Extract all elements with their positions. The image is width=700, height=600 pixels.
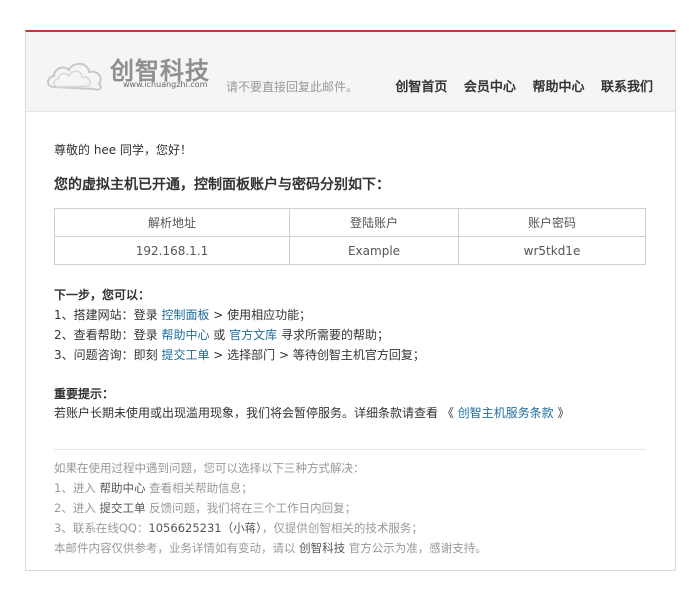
footer-l2-text: 2、进入: [54, 501, 100, 515]
step-3-text: 3、问题咨询：即刻: [54, 348, 162, 362]
submit-ticket-link[interactable]: 提交工单: [161, 348, 209, 362]
official-docs-link[interactable]: 官方文库: [229, 328, 277, 342]
footer-l4-text: 本邮件内容仅供参考，业务详情如有变动，请以: [54, 541, 300, 555]
step-1: 1、搭建网站：登录 控制面板 > 使用相应功能；: [54, 305, 647, 325]
help-center-link[interactable]: 帮助中心: [161, 328, 209, 342]
step-1-text: 1、搭建网站：登录: [54, 308, 162, 322]
col-account-password: 账户密码: [458, 208, 646, 237]
footer-l3-text: 3、联系在线QQ：: [54, 521, 149, 535]
footer-l4-suffix: 官方公示为准，感谢支持。: [345, 541, 487, 555]
control-panel-link[interactable]: 控制面板: [161, 308, 209, 322]
step-2: 2、查看帮助：登录 帮助中心 或 官方文库 寻求所需要的帮助；: [54, 325, 647, 345]
tips-text: 若账户长期未使用或出现滥用现象，我们将会暂停服务。详细条款请查看 《: [54, 406, 458, 420]
footer-line-1: 1、进入 帮助中心 查看相关帮助信息；: [54, 478, 647, 498]
footer-intro: 如果在使用过程中遇到问题，您可以选择以下三种方式解决：: [54, 461, 365, 475]
footer-qq-number: 1056625231（小蒋）: [148, 521, 262, 535]
divider: [54, 449, 646, 450]
step-3: 3、问题咨询：即刻 提交工单 > 选择部门 > 等待创智主机官方回复；: [54, 345, 647, 365]
important-notice: 重要提示： 若账户长期未使用或出现滥用现象，我们将会暂停服务。详细条款请查看 《…: [54, 385, 647, 423]
footer-line-2: 2、进入 提交工单 反馈问题，我们将在三个工作日内回复；: [54, 498, 647, 518]
footer-submit-ticket[interactable]: 提交工单: [99, 501, 145, 515]
important-notice-text: 若账户长期未使用或出现滥用现象，我们将会暂停服务。详细条款请查看 《 创智主机服…: [54, 404, 647, 423]
footer-brand: 创智科技: [299, 541, 346, 555]
brand-url: www.ichuangzhi.com: [123, 80, 208, 89]
step-1-suffix: > 使用相应功能；: [209, 308, 312, 322]
cell-password: wr5tkd1e: [458, 236, 646, 265]
email-header: 创智科技 www.ichuangzhi.com 请不要直接回复此邮件。 创智首页…: [26, 32, 675, 112]
email-body: 尊敬的 hee 同学，您好！ 您的虚拟主机已开通，控制面板账户与密码分别如下： …: [26, 112, 675, 558]
nav-help-center[interactable]: 帮助中心: [532, 80, 584, 95]
footer-line-3: 3、联系在线QQ：1056625231（小蒋），仅提供创智相关的技术服务；: [54, 518, 647, 538]
step-3-suffix: > 选择部门 > 等待创智主机官方回复；: [209, 348, 425, 362]
account-table: 解析地址 登陆账户 账户密码 192.168.1.1 Example wr5tk…: [54, 208, 646, 265]
table-header-row: 解析地址 登陆账户 账户密码: [54, 208, 646, 237]
footer-l3-suffix: ，仅提供创智相关的技术服务；: [261, 521, 423, 535]
tips-suffix: 》: [553, 406, 570, 420]
table-row: 192.168.1.1 Example wr5tkd1e: [54, 236, 646, 265]
footer-help-center[interactable]: 帮助中心: [99, 481, 145, 495]
nav-home[interactable]: 创智首页: [395, 80, 447, 95]
nav-contact-us[interactable]: 联系我们: [601, 80, 653, 95]
step-2-text: 2、查看帮助：登录: [54, 328, 162, 342]
brand-logo[interactable]: 创智科技 www.ichuangzhi.com: [44, 49, 224, 99]
cloud-logo-icon: [47, 62, 102, 91]
email-footer: 如果在使用过程中遇到问题，您可以选择以下三种方式解决： 1、进入 帮助中心 查看…: [54, 458, 647, 558]
footer-l1-text: 1、进入: [54, 481, 100, 495]
greeting: 尊敬的 hee 同学，您好！: [54, 143, 193, 157]
no-reply-note: 请不要直接回复此邮件。: [226, 80, 359, 94]
service-terms-link[interactable]: 创智主机服务条款: [458, 406, 554, 420]
footer-l2-suffix: 反馈问题，我们将在三个工作日内回复；: [145, 501, 357, 515]
col-resolve-address: 解析地址: [54, 208, 290, 237]
nav-member-center[interactable]: 会员中心: [464, 80, 516, 95]
cell-ip-address: 192.168.1.1: [54, 236, 290, 265]
footer-line-4: 本邮件内容仅供参考，业务详情如有变动，请以 创智科技 官方公示为准，感谢支持。: [54, 538, 647, 558]
step-2-suffix: 寻求所需要的帮助；: [277, 328, 389, 342]
notice-heading: 您的虚拟主机已开通，控制面板账户与密码分别如下：: [54, 177, 390, 193]
step-2-or: 或: [209, 328, 230, 342]
important-notice-title: 重要提示：: [54, 387, 115, 401]
footer-l1-suffix: 查看相关帮助信息；: [145, 481, 253, 495]
col-login-account: 登陆账户: [289, 208, 459, 237]
email-card: 创智科技 www.ichuangzhi.com 请不要直接回复此邮件。 创智首页…: [25, 30, 676, 571]
next-steps: 下一步，您可以： 1、搭建网站：登录 控制面板 > 使用相应功能； 2、查看帮助…: [54, 285, 647, 365]
cell-login-account: Example: [289, 236, 459, 265]
next-steps-title: 下一步，您可以：: [54, 288, 151, 302]
top-nav: 创智首页 会员中心 帮助中心 联系我们: [383, 76, 653, 95]
